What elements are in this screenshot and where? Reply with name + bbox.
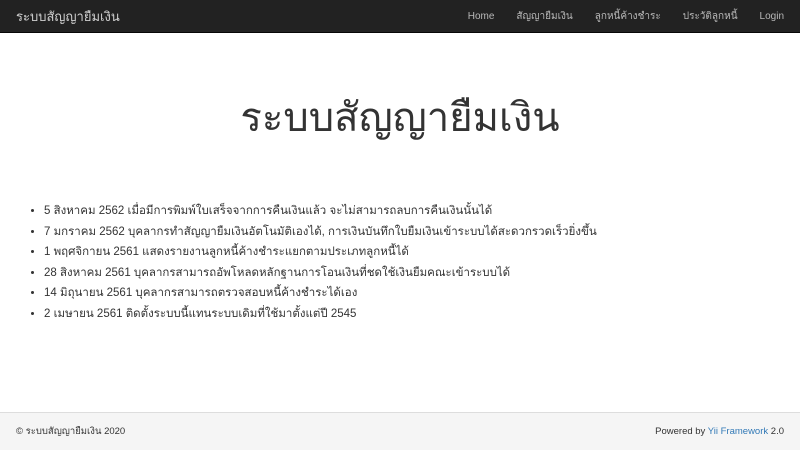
nav-menu: Home สัญญายืมเงิน ลูกหนี้ค้างชำระ ประวัต… xyxy=(468,0,784,33)
news-list: 5 สิงหาคม 2562 เมื่อมีการพิมพ์ใบเสร็จจาก… xyxy=(28,201,800,324)
nav-item-outstanding-debtors[interactable]: ลูกหนี้ค้างชำระ xyxy=(595,9,661,24)
nav-item-loan-contract[interactable]: สัญญายืมเงิน xyxy=(516,9,572,24)
news-item: 2 เมษายน 2561 ติดตั้งระบบนี้แทนระบบเดิมท… xyxy=(44,304,800,325)
news-item: 1 พฤศจิกายน 2561 แสดงรายงานลูกหนี้ค้างชำ… xyxy=(44,242,800,263)
news-item: 7 มกราคม 2562 บุคลากรทำสัญญายืมเงินอัตโน… xyxy=(44,222,800,243)
yii-framework-link[interactable]: Yii Framework xyxy=(708,426,768,437)
framework-version: 2.0 xyxy=(768,426,784,437)
brand-link[interactable]: ระบบสัญญายืมเงิน xyxy=(16,0,120,33)
news-item: 28 สิงหาคม 2561 บุคลากรสามารถอัพโหลดหลัก… xyxy=(44,263,800,284)
footer-powered-by: Powered by Yii Framework 2.0 xyxy=(655,413,784,450)
news-item: 5 สิงหาคม 2562 เมื่อมีการพิมพ์ใบเสร็จจาก… xyxy=(44,201,800,222)
navbar: ระบบสัญญายืมเงิน Home สัญญายืมเงิน ลูกหน… xyxy=(0,0,800,33)
powered-by-text: Powered by xyxy=(655,426,708,437)
page-title: ระบบสัญญายืมเงิน xyxy=(240,96,560,140)
news-item: 14 มิถุนายน 2561 บุคลากรสามารถตรวจสอบหนี… xyxy=(44,283,800,304)
footer: © ระบบสัญญายืมเงิน 2020 Powered by Yii F… xyxy=(0,412,800,450)
page: ระบบสัญญายืมเงิน Home สัญญายืมเงิน ลูกหน… xyxy=(0,0,800,450)
nav-item-login[interactable]: Login xyxy=(760,11,784,22)
footer-copyright: © ระบบสัญญายืมเงิน 2020 xyxy=(16,426,126,437)
jumbotron: ระบบสัญญายืมเงิน xyxy=(0,95,800,141)
nav-item-debtor-history[interactable]: ประวัติลูกหนี้ xyxy=(683,9,738,24)
nav-item-home[interactable]: Home xyxy=(468,11,495,22)
